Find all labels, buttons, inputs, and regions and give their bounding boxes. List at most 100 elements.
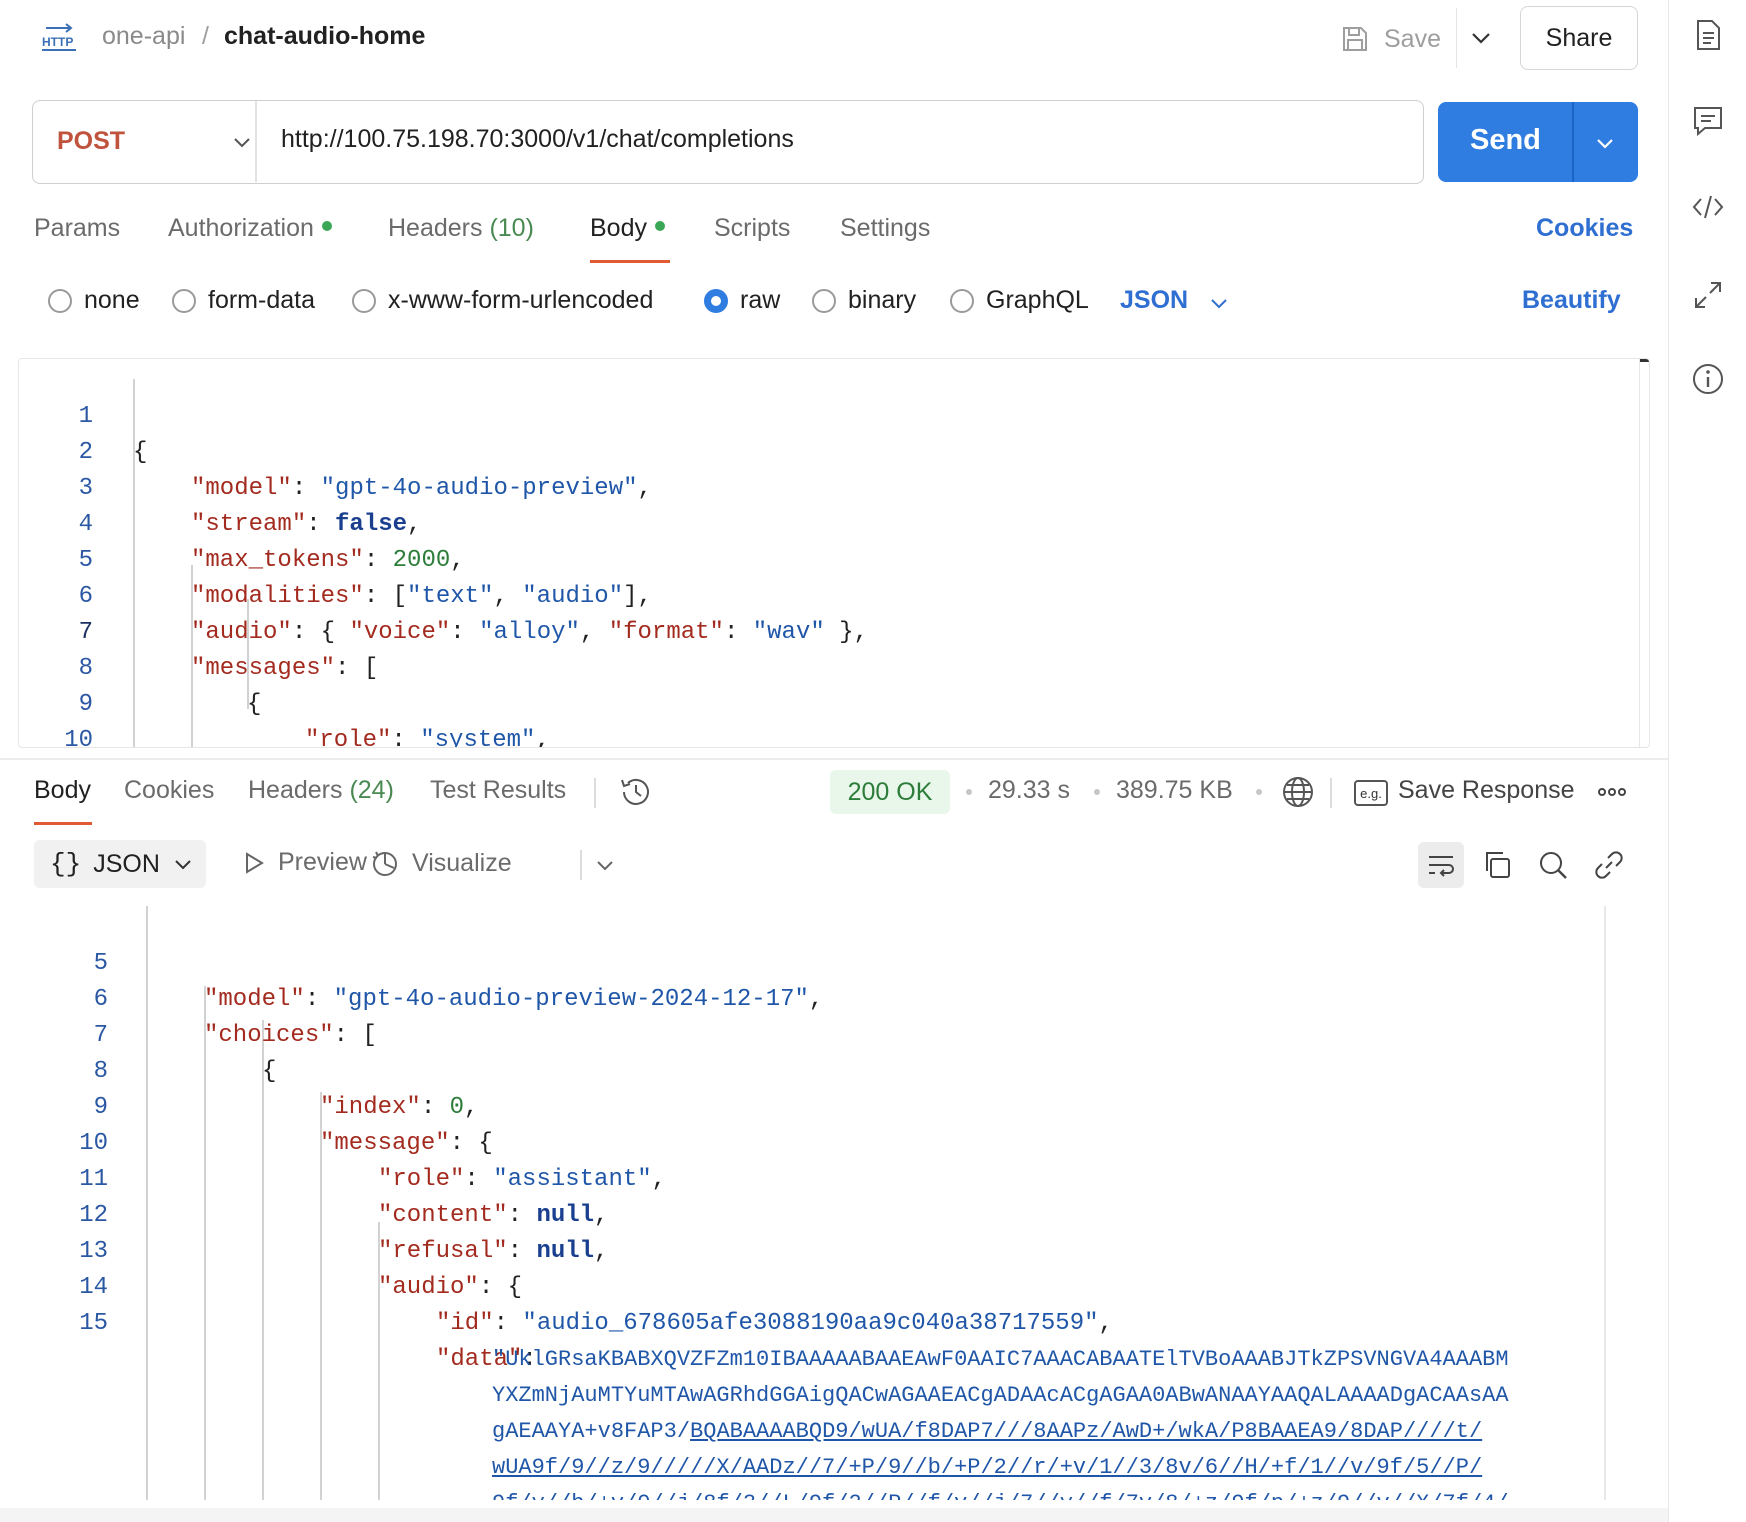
tab-response-cookies[interactable]: Cookies bbox=[124, 776, 214, 805]
tab-label: Settings bbox=[840, 214, 931, 242]
document-icon[interactable] bbox=[1691, 18, 1725, 52]
code-line: 7 "messages": [ bbox=[19, 579, 379, 682]
link-button[interactable] bbox=[1586, 842, 1632, 888]
radio-graphql[interactable]: GraphQL bbox=[950, 286, 1089, 315]
tab-label: Scripts bbox=[714, 214, 791, 242]
tab-scripts[interactable]: Scripts bbox=[714, 214, 790, 243]
audio-data-link[interactable]: BQABAAAABQD9/wUA/f8DAP7///8AAPz/AwD+/wkA… bbox=[690, 1419, 1482, 1444]
divider bbox=[255, 101, 257, 182]
response-size[interactable]: 389.75 KB bbox=[1116, 776, 1233, 805]
tab-label: Authorization bbox=[168, 214, 314, 242]
link-icon bbox=[1595, 851, 1623, 879]
radio-raw[interactable]: raw bbox=[704, 286, 780, 315]
method-select[interactable]: POST bbox=[57, 127, 125, 156]
radio-circle bbox=[48, 288, 72, 313]
divider bbox=[1572, 102, 1574, 182]
audio-data-text: gAEAAYA+v8FAP3/BQABAAAABQD9/wUA/f8DAP7//… bbox=[492, 1419, 1483, 1444]
history-icon[interactable] bbox=[618, 774, 654, 810]
indent-guide bbox=[204, 986, 206, 1500]
scrollbar[interactable] bbox=[1639, 359, 1649, 747]
code-line: 9f/y//b/+v/0//j/8f/3//L/9f/2//P//f/v//j/… bbox=[34, 1450, 1509, 1500]
code-text: { bbox=[133, 439, 148, 466]
code-text: "role": "assistant", bbox=[378, 1166, 667, 1193]
response-toolbar: {} JSON Preview Visualize bbox=[34, 840, 1634, 890]
divider bbox=[1456, 8, 1457, 68]
response-body-viewer[interactable]: 5 "model": "gpt-4o-audio-preview-2024-12… bbox=[34, 906, 1634, 1500]
request-name[interactable]: chat-audio-home bbox=[224, 22, 425, 51]
cookies-link[interactable]: Cookies bbox=[1536, 214, 1633, 243]
response-format-select[interactable]: {} JSON bbox=[34, 840, 206, 888]
comment-icon[interactable] bbox=[1691, 104, 1725, 138]
beautify-button[interactable]: Beautify bbox=[1522, 286, 1621, 315]
separator-dot bbox=[1256, 789, 1262, 795]
tab-response-body[interactable]: Body bbox=[34, 776, 91, 805]
radio-x-www-form-urlencoded[interactable]: x-www-form-urlencoded bbox=[352, 286, 653, 315]
code-line: 10 "role": "assistant", bbox=[34, 1090, 666, 1193]
save-button[interactable]: Save bbox=[1340, 20, 1441, 58]
preview-button[interactable]: Preview bbox=[242, 848, 367, 877]
separator-dot bbox=[1094, 789, 1100, 795]
audio-data-text: "UklGRsaKBABXQVZFZm10IBAAAAABAAEAwF0AAIC… bbox=[492, 1347, 1509, 1372]
separator-dot bbox=[966, 789, 972, 795]
share-button[interactable]: Share bbox=[1520, 6, 1638, 70]
copy-button[interactable] bbox=[1474, 842, 1520, 888]
tab-settings[interactable]: Settings bbox=[840, 214, 930, 243]
wrap-lines-button[interactable] bbox=[1418, 842, 1464, 888]
tab-label: Params bbox=[34, 214, 121, 242]
code-line: 8 { bbox=[19, 615, 262, 718]
code-text: "stream": false, bbox=[191, 511, 422, 538]
visualize-label: Visualize bbox=[412, 848, 512, 877]
send-button[interactable]: Send bbox=[1438, 102, 1638, 182]
radio-binary[interactable]: binary bbox=[812, 286, 916, 315]
raw-format-select[interactable]: JSON bbox=[1120, 286, 1188, 315]
globe-icon[interactable] bbox=[1280, 774, 1316, 810]
tab-authorization[interactable]: Authorization bbox=[168, 214, 332, 243]
top-bar: HTTP one-api / chat-audio-home Save Shar… bbox=[0, 0, 1668, 76]
http-icon: HTTP bbox=[42, 23, 76, 51]
scrollbar[interactable] bbox=[1604, 906, 1606, 1500]
url-input[interactable] bbox=[281, 125, 1381, 154]
preview-label: Preview bbox=[278, 848, 367, 876]
search-button[interactable] bbox=[1530, 842, 1576, 888]
radio-none[interactable]: none bbox=[48, 286, 140, 315]
tab-params[interactable]: Params bbox=[34, 214, 120, 243]
radio-label: x-www-form-urlencoded bbox=[388, 286, 654, 314]
chevron-down-icon[interactable] bbox=[229, 129, 255, 155]
example-icon[interactable]: e.g. bbox=[1354, 780, 1388, 806]
info-icon[interactable] bbox=[1691, 362, 1725, 396]
tab-count: (10) bbox=[489, 214, 534, 242]
audio-data-link[interactable]: wUA9f/9//z/9/////X/AADz//7/+P/9//b/+P/2/… bbox=[492, 1450, 1482, 1486]
active-tab-indicator bbox=[34, 822, 92, 825]
visualize-button[interactable]: Visualize bbox=[370, 848, 512, 878]
breadcrumb-collection[interactable]: one-api bbox=[102, 22, 185, 51]
chevron-down-icon[interactable] bbox=[1590, 128, 1620, 158]
response-time[interactable]: 29.33 s bbox=[988, 776, 1070, 805]
radio-form-data[interactable]: form-data bbox=[172, 286, 315, 315]
more-options-icon[interactable] bbox=[1596, 782, 1628, 802]
code-line: 12 "refusal": null, bbox=[34, 1162, 608, 1265]
status-badge[interactable]: 200 OK bbox=[830, 770, 950, 814]
code-text: "refusal": null, bbox=[378, 1238, 609, 1265]
code-line: 6 "choices": [ bbox=[34, 946, 377, 1049]
tab-response-headers[interactable]: Headers (24) bbox=[248, 776, 394, 805]
code-line: "UklGRsaKBABXQVZFZm10IBAAAAABAAEAwF0AAIC… bbox=[34, 1306, 1509, 1372]
chevron-down-icon[interactable] bbox=[592, 852, 618, 878]
expand-icon[interactable] bbox=[1691, 278, 1725, 312]
play-icon bbox=[246, 851, 264, 874]
scrollbar-thumb[interactable] bbox=[1640, 359, 1649, 362]
code-line: 14 "id": "audio_678605afe3088190aa9c040a… bbox=[34, 1234, 1113, 1337]
code-text: { bbox=[247, 691, 262, 718]
chevron-down-icon[interactable] bbox=[1206, 290, 1232, 316]
status-dot bbox=[321, 221, 332, 232]
example-icon-label: e.g. bbox=[1360, 785, 1382, 801]
tab-body[interactable]: Body bbox=[590, 214, 665, 243]
radio-circle bbox=[950, 288, 974, 313]
save-response-button[interactable]: Save Response bbox=[1398, 776, 1575, 805]
tab-headers[interactable]: Headers (10) bbox=[388, 214, 534, 243]
chevron-down-icon[interactable] bbox=[1466, 22, 1496, 54]
code-icon[interactable] bbox=[1691, 190, 1725, 224]
request-body-editor[interactable]: 1 { 2 "model": "gpt-4o-audio-preview", 3… bbox=[18, 358, 1650, 748]
code-text: "modalities": ["text", "audio"], bbox=[191, 583, 652, 610]
tab-test-results[interactable]: Test Results bbox=[430, 776, 566, 805]
audio-data-link[interactable]: 9f/y//b/+v/0//j/8f/3//L/9f/2//P//f/v//j/… bbox=[492, 1486, 1509, 1500]
